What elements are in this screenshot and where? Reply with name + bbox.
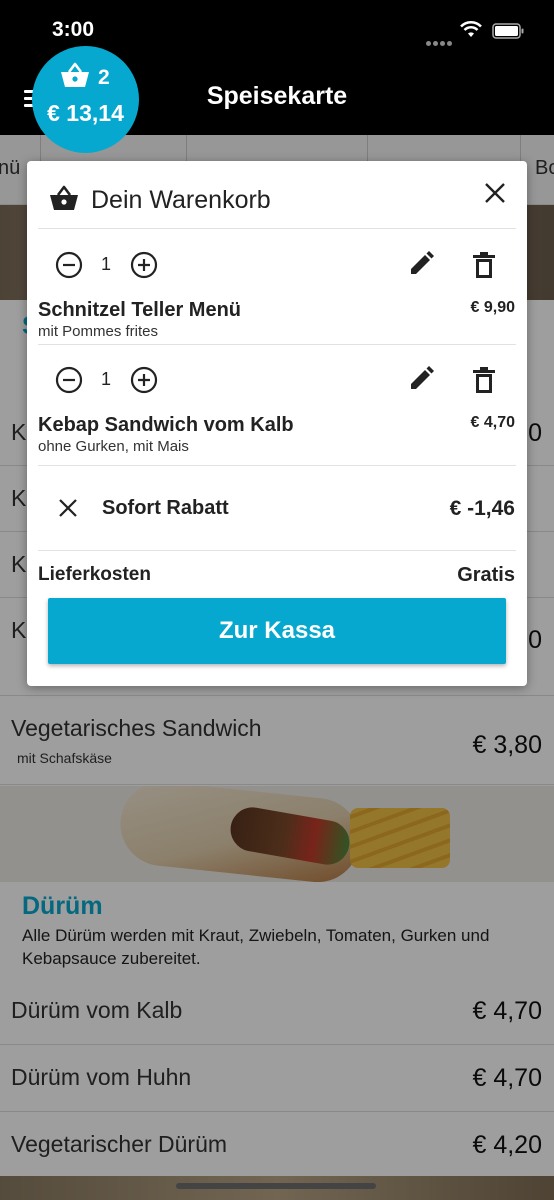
plus-circle-icon[interactable] (130, 366, 158, 394)
battery-icon (492, 23, 524, 39)
cart-item-price: € 4,70 (470, 414, 515, 431)
plus-circle-icon[interactable] (130, 251, 158, 279)
delivery-label: Lieferkosten (38, 564, 151, 585)
minus-circle-icon[interactable] (55, 251, 83, 279)
trash-icon[interactable] (472, 366, 496, 394)
cart-item: 1 Kebap Sandwich vom Kalb ohne Gurken, m… (27, 344, 527, 459)
quantity-value: 1 (100, 254, 111, 274)
cart-item-subtitle: ohne Gurken, mit Mais (38, 438, 189, 455)
minus-circle-icon[interactable] (55, 366, 83, 394)
checkout-button[interactable]: Zur Kassa (48, 598, 506, 664)
cart-item-name: Schnitzel Teller Menü (38, 299, 241, 321)
pencil-icon[interactable] (408, 251, 434, 277)
quantity-value: 1 (100, 369, 111, 389)
cart-modal: Dein Warenkorb 1 Schnitzel Teller Menü m… (27, 161, 527, 686)
cart-item: 1 Schnitzel Teller Menü mit Pommes frite… (27, 229, 527, 344)
cart-item-price: € 9,90 (470, 299, 515, 316)
signal-icon (426, 33, 454, 51)
basket-icon (61, 62, 89, 87)
cart-total: € 13,14 (47, 100, 124, 126)
home-indicator[interactable] (176, 1183, 376, 1189)
pencil-icon[interactable] (408, 366, 434, 392)
close-icon[interactable] (484, 182, 506, 204)
trash-icon[interactable] (472, 251, 496, 279)
cart-title: Dein Warenkorb (91, 186, 271, 214)
remove-discount-icon[interactable] (58, 498, 78, 518)
cart-count: 2 (98, 66, 110, 89)
cart-item-name: Kebap Sandwich vom Kalb (38, 414, 294, 436)
discount-value: € -1,46 (449, 497, 515, 520)
wifi-icon (460, 21, 482, 37)
cart-item-subtitle: mit Pommes frites (38, 323, 159, 340)
delivery-value: Gratis (457, 564, 515, 586)
discount-label: Sofort Rabatt (102, 497, 229, 519)
basket-icon (50, 185, 78, 210)
cart-badge-button[interactable]: 2 € 13,14 (32, 46, 139, 153)
status-time: 3:00 (52, 18, 95, 41)
